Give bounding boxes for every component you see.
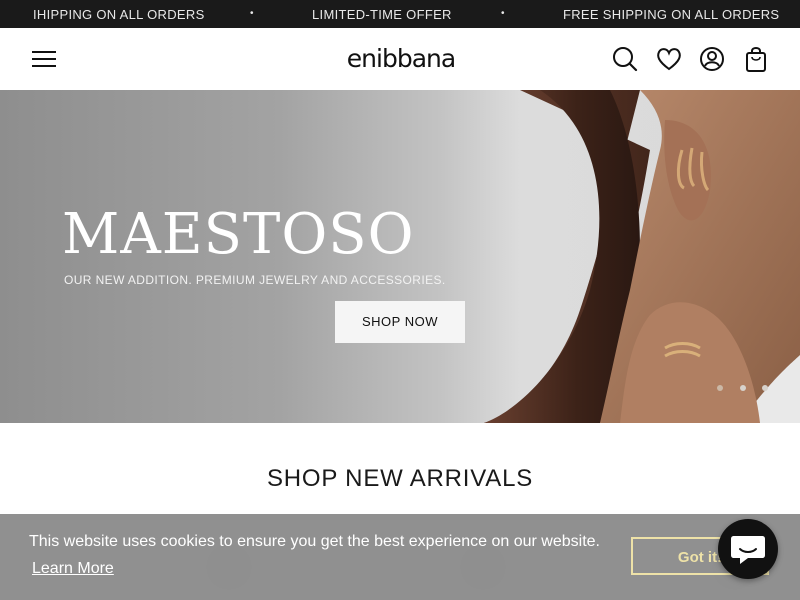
menu-icon[interactable] [31, 50, 57, 68]
slide-dot[interactable] [762, 385, 768, 391]
shop-now-button[interactable]: SHOP NOW [335, 301, 465, 343]
learn-more-link[interactable]: Learn More [32, 560, 114, 578]
account-icon[interactable] [699, 46, 725, 72]
slide-dot[interactable] [740, 385, 746, 391]
hero-subtitle: OUR NEW ADDITION. PREMIUM JEWELRY AND AC… [64, 273, 446, 287]
chat-icon [731, 536, 765, 564]
announcement-item: IHIPPING ON ALL ORDERS [33, 7, 205, 22]
section-title: SHOP NEW ARRIVALS [266, 465, 534, 492]
heart-icon[interactable] [656, 47, 682, 71]
hero-title: MAESTOSO [62, 202, 415, 267]
site-logo[interactable]: enibbana [340, 44, 462, 73]
announcement-bar: IHIPPING ON ALL ORDERS • LIMITED-TIME OF… [0, 0, 800, 28]
cookie-message: This website uses cookies to ensure you … [29, 533, 600, 550]
chat-button[interactable] [718, 519, 778, 579]
bag-icon[interactable] [745, 45, 767, 73]
announcement-item: FREE SHIPPING ON ALL ORDERS [563, 7, 780, 22]
search-icon[interactable] [612, 46, 638, 72]
announcement-item: LIMITED-TIME OFFER [312, 7, 452, 22]
announcement-separator: • [501, 8, 505, 19]
slide-dot-active[interactable] [717, 385, 723, 391]
announcement-separator: • [250, 8, 254, 19]
